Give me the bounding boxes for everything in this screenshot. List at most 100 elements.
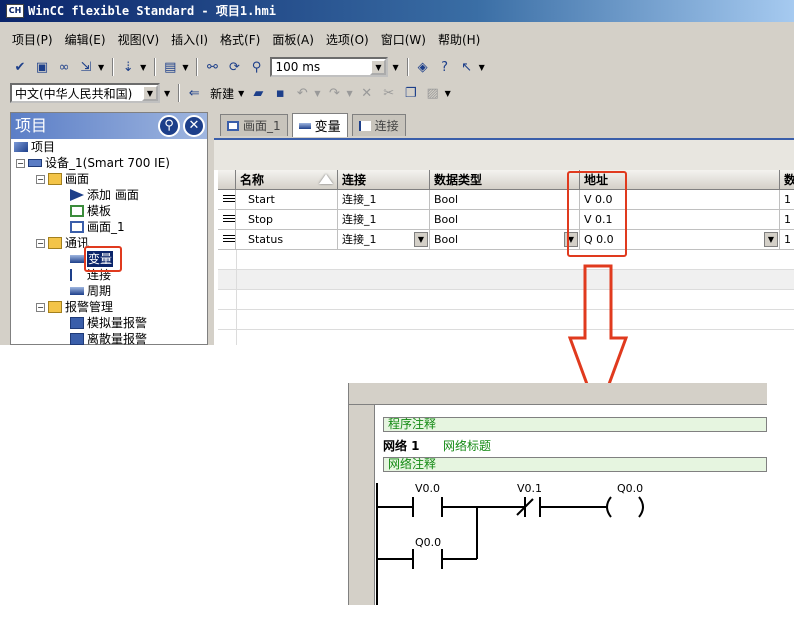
column-header-count[interactable]: 数 — [780, 170, 794, 190]
refresh-icon[interactable]: ⟳ — [224, 57, 244, 77]
chevron-down-icon[interactable]: ▼ — [238, 89, 244, 98]
compile-icon[interactable]: ▣ — [32, 57, 52, 77]
chevron-down-icon[interactable]: ▼ — [164, 89, 170, 98]
paste-icon[interactable]: ▨ — [423, 83, 443, 103]
menu-insert[interactable]: 插入(I) — [171, 30, 208, 50]
coil-right — [638, 496, 644, 518]
undo-icon[interactable]: ↶ — [292, 83, 312, 103]
cycle-time-select[interactable]: 100 ms ▼ — [270, 57, 389, 77]
download-icon[interactable]: ⇣ — [118, 57, 138, 77]
delete-icon[interactable]: ✕ — [357, 83, 377, 103]
tag-name-cell[interactable]: Status — [236, 230, 338, 250]
menu-project[interactable]: 项目(P) — [12, 30, 53, 50]
menu-edit[interactable]: 编辑(E) — [65, 30, 106, 50]
tag-type-cell[interactable]: Bool ▼ — [430, 230, 580, 250]
chevron-down-icon[interactable]: ▼ — [479, 63, 485, 72]
tag-name-cell[interactable]: Start — [236, 190, 338, 210]
collapse-icon[interactable]: − — [36, 302, 45, 312]
device-icon — [28, 159, 42, 167]
link-icon[interactable]: ∞ — [54, 57, 74, 77]
redo-icon[interactable]: ↷ — [324, 83, 344, 103]
chevron-down-icon[interactable]: ▼ — [142, 85, 158, 101]
new-tag-icon[interactable]: ⇐ — [184, 83, 204, 103]
row-handle[interactable] — [218, 210, 236, 230]
tag-type-cell[interactable]: Bool — [430, 190, 580, 210]
collapse-icon[interactable]: − — [36, 174, 45, 184]
tag-count-cell[interactable]: 1 — [780, 230, 794, 250]
menu-format[interactable]: 格式(F) — [220, 30, 260, 50]
tag-count-cell[interactable]: 1 — [780, 190, 794, 210]
open-folder-icon[interactable]: ▰ — [248, 83, 268, 103]
network-comment[interactable]: 网络注释 — [383, 457, 767, 472]
tree-item-analog-alarms[interactable]: 模拟量报警 — [70, 315, 147, 331]
tree-item-cycles[interactable]: 周期 — [70, 283, 111, 299]
cut-icon[interactable]: ✂ — [379, 83, 399, 103]
tag-connection-cell[interactable]: 连接_1 ▼ — [338, 230, 430, 250]
chevron-down-icon[interactable]: ▼ — [314, 89, 320, 98]
transfer-icon[interactable]: ⇲ — [76, 57, 96, 77]
menu-view[interactable]: 视图(V) — [118, 30, 160, 50]
chevron-down-icon[interactable]: ▼ — [140, 63, 146, 72]
menu-faceplates[interactable]: 面板(A) — [272, 30, 314, 50]
tree-item-discrete-alarms[interactable]: 离散量报警 — [70, 331, 147, 345]
collapse-icon[interactable]: − — [36, 238, 45, 248]
cycle-icon — [70, 287, 84, 295]
copy-icon[interactable]: ❐ — [401, 83, 421, 103]
chevron-down-icon[interactable]: ▼ — [445, 89, 451, 98]
column-header-datatype[interactable]: 数据类型 — [430, 170, 580, 190]
tree-label: 报警管理 — [65, 300, 114, 314]
column-header-name[interactable]: 名称 — [236, 170, 338, 190]
chevron-down-icon[interactable]: ▼ — [346, 89, 352, 98]
table-row[interactable]: Start 连接_1 Bool V 0.0 1 — [218, 190, 794, 210]
menu-help[interactable]: 帮助(H) — [438, 30, 480, 50]
book-icon[interactable]: ◈ — [413, 57, 433, 77]
chevron-down-icon[interactable]: ▼ — [182, 63, 188, 72]
row-handle[interactable] — [218, 190, 236, 210]
tree-item-template[interactable]: 模板 — [70, 203, 111, 219]
context-help-icon[interactable]: ↖ — [457, 57, 477, 77]
column-header-connection[interactable]: 连接 — [338, 170, 430, 190]
network-title[interactable]: 网络标题 — [443, 437, 491, 454]
menu-window[interactable]: 窗口(W) — [381, 30, 426, 50]
tag-count-cell[interactable]: 1 — [780, 210, 794, 230]
tag-connection-cell[interactable]: 连接_1 — [338, 210, 430, 230]
new-button[interactable]: 新建 — [210, 85, 234, 102]
title-bar: CH WinCC flexible Standard - 项目1.hmi — [0, 0, 794, 22]
pin-icon[interactable]: ⚲ — [158, 115, 180, 137]
collapse-icon[interactable]: − — [16, 158, 25, 168]
tree-item-communication[interactable]: − 通讯 — [36, 235, 89, 251]
project-panel-header: 项目 ⚲ ✕ — [11, 113, 207, 139]
tree-item-device[interactable]: − 设备_1(Smart 700 IE) — [16, 155, 170, 171]
check-icon[interactable]: ✔ — [10, 57, 30, 77]
chevron-down-icon[interactable]: ▼ — [414, 232, 428, 247]
tree-item-project[interactable]: 项目 — [14, 139, 55, 155]
connection-icon — [70, 269, 84, 281]
tree-item-add-screen[interactable]: 添加 画面 — [70, 187, 139, 203]
devices-icon[interactable]: ▤ — [160, 57, 180, 77]
table-row[interactable]: Stop 连接_1 Bool V 0.1 1 — [218, 210, 794, 230]
tab-screen-1[interactable]: 画面_1 — [220, 114, 288, 136]
chevron-down-icon[interactable]: ▼ — [370, 59, 387, 75]
cross-reference-icon[interactable]: ⚲ — [246, 57, 266, 77]
tree-item-screens[interactable]: − 画面 — [36, 171, 89, 187]
program-comment[interactable]: 程序注释 — [383, 417, 767, 432]
binoculars-icon[interactable]: ⚯ — [202, 57, 222, 77]
tab-tags[interactable]: 变量 — [291, 113, 348, 137]
chevron-down-icon[interactable]: ▼ — [764, 232, 778, 247]
help-icon[interactable]: ? — [435, 57, 455, 77]
save-icon[interactable]: ▪ — [270, 83, 290, 103]
chevron-down-icon[interactable]: ▼ — [98, 63, 104, 72]
table-row[interactable]: Status 连接_1 ▼ Bool ▼ Q 0.0 ▼ 1 — [218, 230, 794, 250]
tag-type-cell[interactable]: Bool — [430, 210, 580, 230]
tree-item-alarm-management[interactable]: − 报警管理 — [36, 299, 113, 315]
chevron-down-icon[interactable]: ▼ — [392, 63, 398, 72]
tag-table: 名称 连接 数据类型 地址 数 Start 连接_1 Bool V 0.0 1 … — [214, 138, 794, 345]
row-handle[interactable] — [218, 230, 236, 250]
tree-item-screen-1[interactable]: 画面_1 — [70, 219, 125, 235]
close-icon[interactable]: ✕ — [183, 115, 205, 137]
tab-connections[interactable]: 连接 — [351, 114, 406, 136]
menu-options[interactable]: 选项(O) — [326, 30, 369, 50]
language-select[interactable]: 中文(中华人民共和国) ▼ — [10, 83, 160, 103]
tag-connection-cell[interactable]: 连接_1 — [338, 190, 430, 210]
tag-name-cell[interactable]: Stop — [236, 210, 338, 230]
